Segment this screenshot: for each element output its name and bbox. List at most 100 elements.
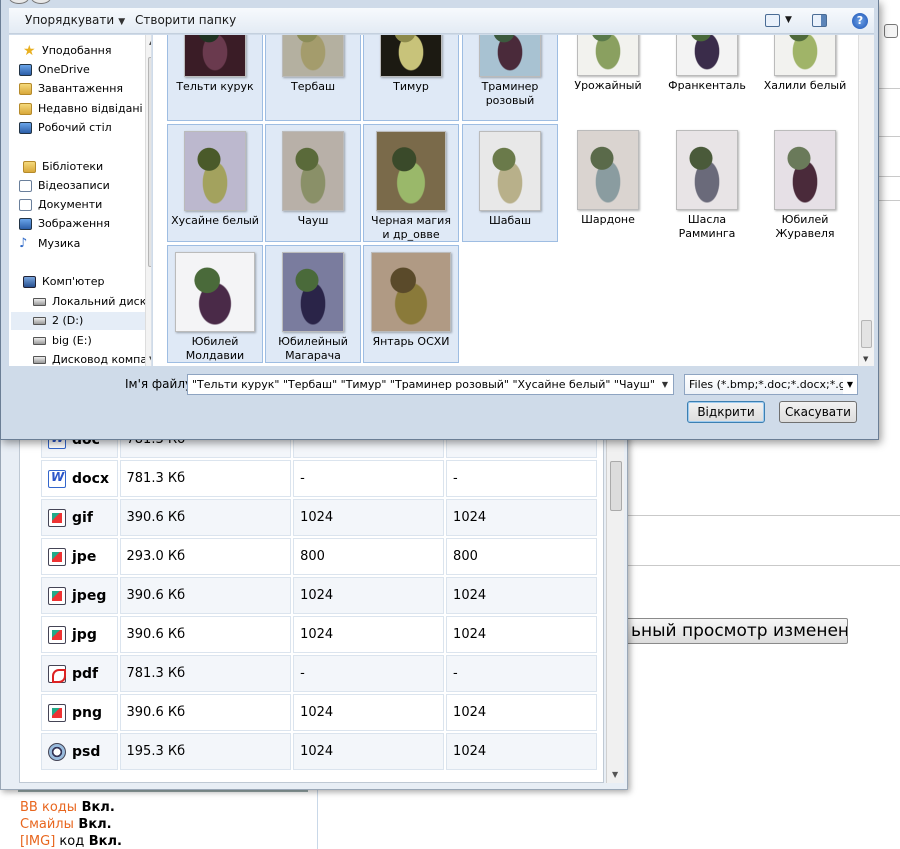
- file-tile[interactable]: Хусайне белый: [167, 124, 263, 242]
- file-tile[interactable]: Шасла Рамминга: [659, 124, 755, 242]
- nav-item[interactable]: Локальний диск: [33, 293, 151, 311]
- nav-item[interactable]: ♪ Музика: [19, 235, 145, 253]
- size-cell: 781.3 Кб: [119, 460, 292, 497]
- nav-item[interactable]: ★ Уподобання: [23, 42, 149, 60]
- nav-item[interactable]: Комп'ютер: [23, 273, 149, 291]
- scroll-up-arrow-icon[interactable]: ▲: [149, 38, 151, 46]
- file-types-table: doc781.3 Кб--docx781.3 Кб--gif390.6 Кб10…: [39, 422, 599, 772]
- scrollbar-thumb[interactable]: [861, 320, 872, 348]
- img-code-link[interactable]: [IMG]: [20, 834, 55, 849]
- nav-item[interactable]: OneDrive: [19, 61, 145, 79]
- help-icon[interactable]: ?: [852, 13, 868, 29]
- open-button[interactable]: Відкрити: [687, 401, 765, 423]
- nav-item-label: Недавно відвідані: [38, 102, 143, 115]
- divider: [18, 790, 308, 792]
- size-cell: 781.3 Кб: [119, 655, 292, 692]
- nav-item[interactable]: Дисковод компакт: [33, 351, 151, 366]
- file-tile[interactable]: Шабаш: [462, 124, 558, 242]
- file-tile[interactable]: Траминер розовый: [462, 35, 558, 121]
- grape-image-thumbnail: [676, 130, 738, 210]
- file-name-label: Тельти курук: [176, 80, 254, 93]
- size-cell: 195.3 Кб: [119, 733, 292, 770]
- nav-scrollbar[interactable]: ▲ ▼: [145, 35, 151, 366]
- nav-item[interactable]: big (E:): [33, 332, 151, 350]
- nav-item[interactable]: Відеозаписи: [19, 177, 145, 195]
- file-tile[interactable]: Урожайный: [560, 35, 656, 121]
- file-tile[interactable]: Тербаш: [265, 35, 361, 121]
- organize-menu[interactable]: Упорядкувати ▼: [25, 13, 125, 27]
- back-button[interactable]: [9, 0, 29, 4]
- file-grid-scrollbar[interactable]: ▼: [858, 35, 874, 366]
- extension-cell: jpg: [41, 616, 118, 653]
- new-folder-button[interactable]: Створити папку: [135, 13, 236, 27]
- grape-image-thumbnail: [676, 35, 738, 76]
- preview-changes-button[interactable]: ьный просмотр изменений: [622, 618, 848, 644]
- view-options-icon[interactable]: [765, 14, 780, 27]
- size-cell: 293.0 Кб: [119, 538, 292, 575]
- size-cell: 390.6 Кб: [119, 694, 292, 731]
- nav-item-label: OneDrive: [38, 63, 90, 76]
- chevron-down-icon[interactable]: [884, 24, 898, 38]
- filename-input[interactable]: "Тельти курук" "Тербаш" "Тимур" "Трамине…: [187, 374, 674, 395]
- grape-image-thumbnail: [282, 131, 344, 211]
- nav-item-label: 2 (D:): [52, 314, 84, 327]
- scrollbar-thumb[interactable]: [610, 461, 622, 511]
- filename-label: Ім'я файлу:: [125, 377, 197, 391]
- file-tile[interactable]: Юбилейный Магарача: [265, 245, 361, 363]
- file-name-label: Шардоне: [581, 213, 635, 226]
- table-row: psd 195.3 Кб 1024 1024: [41, 733, 597, 770]
- nav-item-label: Комп'ютер: [42, 275, 105, 288]
- nav-item[interactable]: Завантаження: [19, 80, 145, 98]
- image-icon: [48, 586, 66, 605]
- file-name-label: Янтарь ОСХИ: [372, 335, 450, 348]
- nav-item[interactable]: Недавно відвідані: [19, 100, 145, 118]
- nav-item[interactable]: Бібліотеки: [23, 158, 149, 176]
- window-controls: [9, 0, 59, 4]
- libraries-icon: [23, 161, 36, 173]
- grape-image-thumbnail: [577, 35, 639, 76]
- smilies-link[interactable]: Смайлы: [20, 817, 74, 832]
- nav-item-label: Робочий стіл: [38, 121, 112, 134]
- table-row: jpg 390.6 Кб 1024 1024: [41, 616, 597, 653]
- table-scrollbar[interactable]: ▼: [606, 421, 624, 783]
- nav-item[interactable]: 2 (D:): [11, 312, 145, 330]
- file-name-label: Шабаш: [488, 214, 532, 227]
- file-name-label: Черная магия и др_овве: [371, 214, 451, 241]
- scroll-down-arrow-icon[interactable]: ▼: [863, 355, 868, 363]
- chevron-down-icon[interactable]: ▼: [657, 375, 673, 394]
- preview-pane-icon[interactable]: [812, 14, 827, 27]
- pdf-icon: [48, 664, 66, 683]
- grape-image-thumbnail: [184, 35, 246, 77]
- file-type-select[interactable]: Files (*.bmp;*.doc;*.docx;*.gif;* ▼: [684, 374, 858, 395]
- pictures-icon: [19, 218, 32, 230]
- height-cell: -: [446, 655, 597, 692]
- height-cell: -: [446, 460, 597, 497]
- grape-image-thumbnail: [577, 130, 639, 210]
- nav-item[interactable]: Документи: [19, 196, 145, 214]
- file-name-label: Халили белый: [763, 79, 847, 92]
- scroll-down-arrow-icon[interactable]: ▼: [612, 770, 618, 779]
- nav-item-label: Уподобання: [42, 44, 112, 57]
- grape-image-thumbnail: [774, 130, 836, 210]
- scrollbar-thumb[interactable]: [148, 57, 151, 267]
- bbcode-link[interactable]: BB коды: [20, 800, 77, 815]
- nav-item[interactable]: Робочий стіл: [19, 119, 145, 137]
- table-row: docx781.3 Кб--: [41, 460, 597, 497]
- file-tile[interactable]: Юбилей Журавеля: [757, 124, 853, 242]
- file-tile[interactable]: Юбилей Молдавии: [167, 245, 263, 363]
- nav-item[interactable]: Зображення: [19, 215, 145, 233]
- forward-button[interactable]: [31, 0, 51, 4]
- file-tile[interactable]: Чауш: [265, 124, 361, 242]
- file-tile[interactable]: Франкенталь: [659, 35, 755, 121]
- file-tile[interactable]: Шардоне: [560, 124, 656, 242]
- file-name-label: Юбилей Молдавии: [185, 335, 245, 362]
- nav-item-label: Локальний диск: [52, 295, 147, 308]
- file-tile[interactable]: Тимур: [363, 35, 459, 121]
- view-menu-chevron-icon[interactable]: ▼: [785, 15, 792, 25]
- file-tile[interactable]: Черная магия и др_овве: [363, 124, 459, 242]
- file-tile[interactable]: Халили белый: [757, 35, 853, 121]
- scroll-down-arrow-icon[interactable]: ▼: [149, 355, 151, 363]
- file-tile[interactable]: Тельти курук: [167, 35, 263, 121]
- file-tile[interactable]: Янтарь ОСХИ: [363, 245, 459, 363]
- cancel-button[interactable]: Скасувати: [779, 401, 857, 423]
